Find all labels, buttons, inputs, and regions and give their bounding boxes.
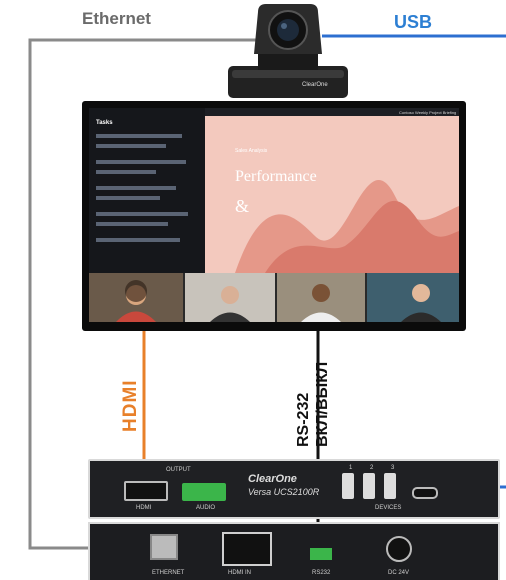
hdmi-label: HDMI — [120, 379, 141, 432]
usb-port-2[interactable] — [363, 473, 375, 499]
dc-power-label: DC 24V — [388, 570, 410, 576]
output-label: OUTPUT — [166, 467, 191, 473]
slide-title: Sales Analysis — [235, 148, 268, 154]
audio-terminal[interactable] — [182, 483, 226, 501]
rs232-port-label: RS232 — [312, 570, 331, 576]
ethernet-port-label: ETHERNET — [152, 570, 185, 576]
usb-port-number: 3 — [391, 465, 395, 471]
ethernet-label: Ethernet — [82, 9, 151, 28]
camera-icon — [228, 4, 348, 98]
tasks-panel: Tasks — [89, 108, 205, 273]
rs232-label-line1: RS-232 — [295, 392, 312, 447]
devices-label: DEVICES — [375, 505, 402, 511]
slide-graphic — [235, 179, 459, 273]
ethernet-port[interactable] — [150, 534, 178, 560]
rs232-port[interactable] — [310, 548, 332, 560]
meeting-screen: Tasks Contoso Weekly Project Briefing Sa… — [89, 108, 459, 322]
hdmi-port-label: HDMI — [136, 505, 152, 511]
ptz-camera: ClearOne — [228, 0, 348, 100]
presentation-slide: Sales Analysis Performance & — [205, 116, 459, 273]
task-list — [96, 134, 196, 248]
dc-power-port[interactable] — [386, 536, 412, 562]
ucs-front-panel: OUTPUT HDMI AUDIO ClearOne Versa UCS2100… — [88, 459, 500, 519]
slide-heading: Performance — [235, 168, 317, 185]
hdmi-in-label: HDMI IN — [228, 570, 251, 576]
video-tile — [89, 273, 183, 322]
video-tile — [367, 273, 459, 322]
usb-port-1[interactable] — [342, 473, 354, 499]
rs232-label-line2: ВКЛ/ВЫКЛ — [314, 361, 331, 447]
usb-c-port[interactable] — [412, 487, 438, 499]
usb-port-3[interactable] — [384, 473, 396, 499]
tasks-title: Tasks — [96, 120, 113, 126]
audio-label: AUDIO — [196, 505, 216, 511]
meeting-title: Contoso Weekly Project Briefing — [399, 110, 457, 115]
slide-ampersand: & — [235, 196, 250, 216]
video-tile — [277, 273, 365, 322]
model-label: Versa UCS2100R — [248, 487, 320, 497]
brand-label: ClearOne — [248, 473, 297, 485]
hdmi-output-port[interactable] — [124, 481, 168, 501]
usb-port-number: 1 — [349, 465, 353, 471]
video-strip — [89, 273, 459, 322]
video-tile — [185, 273, 275, 322]
usb-port-number: 2 — [370, 465, 374, 471]
usb-label: USB — [394, 12, 433, 32]
rs232-label: RS-232 ВКЛ/ВЫКЛ — [294, 362, 332, 447]
ucs-rear-panel: ETHERNET HDMI IN RS232 DC 24V — [88, 522, 500, 580]
hdmi-in-port[interactable] — [222, 532, 272, 566]
camera-brand: ClearOne — [302, 82, 328, 88]
